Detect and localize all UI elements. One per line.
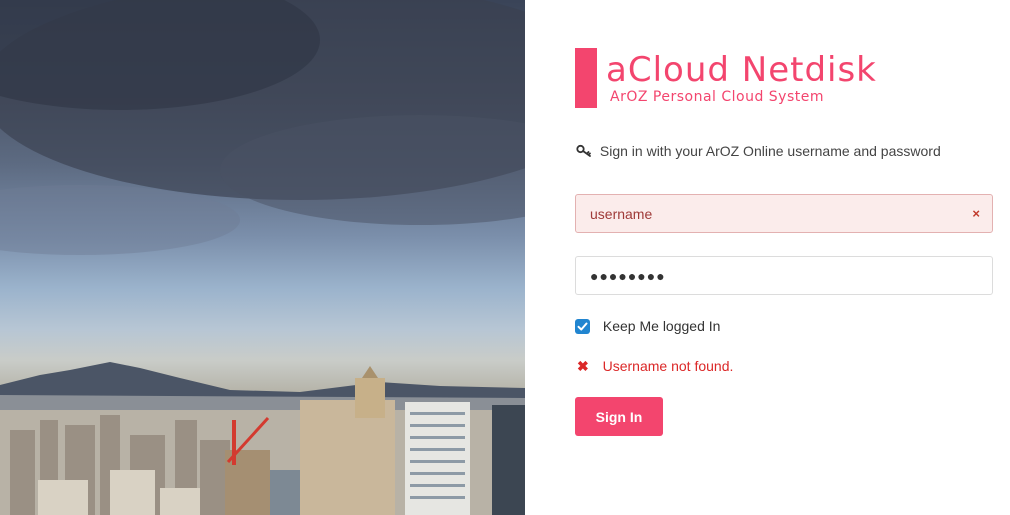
remember-me-checkbox[interactable] — [575, 319, 590, 334]
remember-me-row[interactable]: Keep Me logged In — [575, 318, 720, 334]
login-hint: Sign in with your ArOZ Online username a… — [576, 143, 941, 159]
logo-mark — [575, 48, 597, 108]
login-hint-text: Sign in with your ArOZ Online username a… — [599, 143, 941, 159]
password-field — [575, 256, 993, 295]
check-icon — [577, 322, 588, 331]
error-message-text: Username not found. — [602, 358, 734, 374]
username-field: × — [575, 194, 993, 233]
remember-me-label: Keep Me logged In — [602, 318, 721, 334]
city-skyline-illustration — [0, 0, 525, 515]
password-input[interactable] — [576, 257, 992, 294]
login-panel: aCloud Netdisk ArOZ Personal Cloud Syste… — [525, 0, 1010, 515]
username-input[interactable] — [576, 195, 992, 232]
sign-in-button[interactable]: Sign In — [575, 397, 663, 436]
error-x-icon: ✖ — [577, 358, 589, 374]
error-message: ✖ Username not found. — [577, 358, 733, 375]
app-subtitle: ArOZ Personal Cloud System — [610, 89, 825, 105]
hero-image — [0, 0, 525, 515]
clear-icon[interactable]: × — [972, 206, 980, 222]
key-icon — [576, 144, 592, 158]
app-title: aCloud Netdisk — [606, 50, 877, 90]
